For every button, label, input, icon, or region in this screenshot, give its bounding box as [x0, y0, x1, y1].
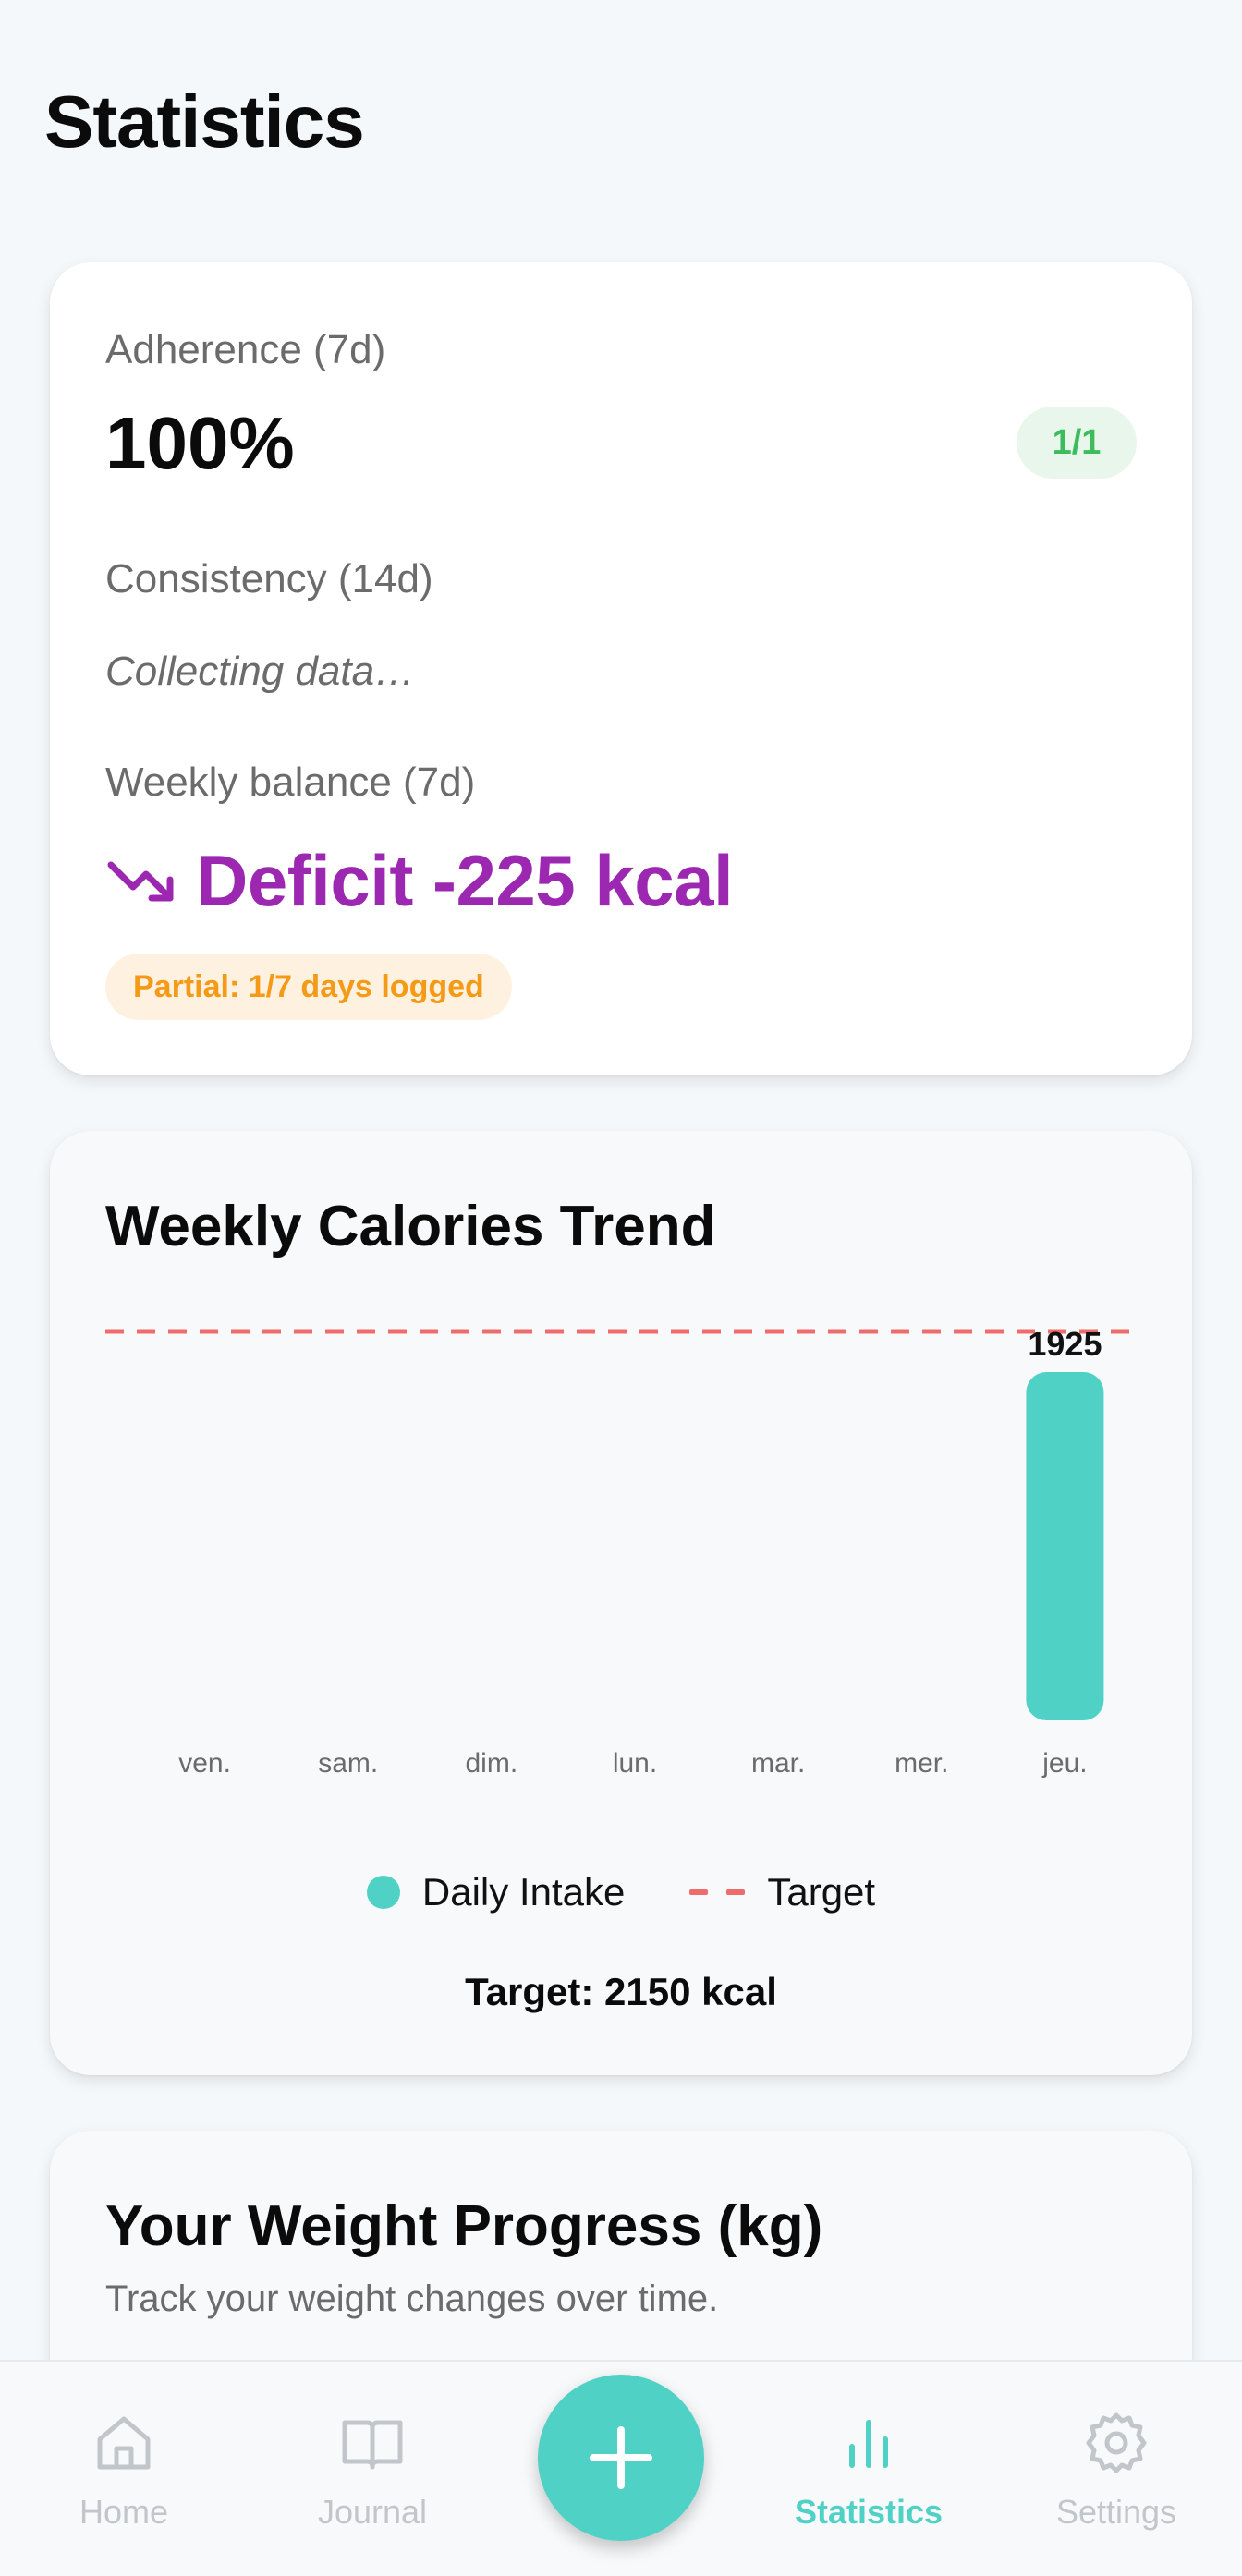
- weight-subtitle: Track your weight changes over time.: [105, 2278, 719, 2319]
- book-open-icon: [342, 2420, 403, 2470]
- x-tick-label: lun.: [613, 1748, 657, 1779]
- x-tick-label: jeu.: [1041, 1748, 1087, 1779]
- adherence-badge: 1/1: [1017, 407, 1137, 479]
- gear-icon: [1086, 2412, 1147, 2473]
- x-tick-label: sam.: [318, 1748, 378, 1779]
- nav-journal[interactable]: Journal: [262, 2362, 483, 2576]
- legend-intake: Daily Intake: [366, 1870, 626, 1914]
- nav-statistics[interactable]: Statistics: [758, 2362, 980, 2576]
- page-title: Statistics: [44, 80, 365, 163]
- target-note: Target: 2150 kcal: [465, 1970, 777, 2013]
- nav-statistics-label: Statistics: [794, 2493, 944, 2531]
- x-tick-label: mer.: [895, 1748, 948, 1779]
- weight-title: Your Weight Progress (kg): [105, 2194, 823, 2258]
- x-tick-label: ven.: [178, 1748, 231, 1779]
- adherence-value: 100%: [105, 402, 295, 484]
- x-tick-label: mar.: [751, 1748, 805, 1779]
- home-icon: [97, 2416, 151, 2470]
- calories-trend-card: Weekly Calories Trend ven. sam. dim. lun. ma…: [50, 1131, 1192, 2075]
- bar-value-label: 1925: [1028, 1325, 1102, 1363]
- consistency-value: Collecting data…: [105, 649, 416, 694]
- consistency-label: Consistency (14d): [105, 556, 433, 601]
- nav-home-label: Home: [79, 2493, 169, 2531]
- statistics-screen: Statistics Adherence (7d) 100% 1/1 Consi…: [0, 0, 1242, 2576]
- chart-legend: Daily Intake Target: [50, 1870, 1192, 1914]
- legend-intake-label: Daily Intake: [421, 1870, 626, 1914]
- nav-home[interactable]: Home: [13, 2362, 235, 2576]
- bar-chart-icon: [849, 2420, 888, 2468]
- partial-badge: Partial: 1/7 days logged: [105, 954, 512, 1020]
- summary-card: Adherence (7d) 100% 1/1 Consistency (14d…: [50, 262, 1192, 1075]
- balance-value: Deficit -225 kcal: [196, 840, 734, 921]
- intake-bar[interactable]: [1026, 1372, 1104, 1720]
- intake-swatch: [366, 1876, 400, 1909]
- adherence-label: Adherence (7d): [105, 327, 386, 372]
- x-tick-label: dim.: [466, 1748, 518, 1779]
- trending-down-icon: [107, 861, 174, 901]
- legend-target: Target: [689, 1870, 875, 1914]
- nav-settings[interactable]: Settings: [1005, 2362, 1227, 2576]
- plus-icon: [590, 2426, 652, 2489]
- nav-journal-label: Journal: [317, 2493, 428, 2531]
- calories-bar-chart: ven. sam. dim. lun. mar. mer. jeu. 1925: [105, 1325, 1137, 1779]
- legend-target-label: Target: [767, 1870, 876, 1914]
- balance-row: Deficit -225 kcal: [105, 839, 734, 923]
- nav-settings-label: Settings: [1055, 2493, 1177, 2531]
- balance-label: Weekly balance (7d): [105, 759, 476, 805]
- add-entry-button[interactable]: [538, 2375, 704, 2541]
- target-swatch: [689, 1889, 746, 1895]
